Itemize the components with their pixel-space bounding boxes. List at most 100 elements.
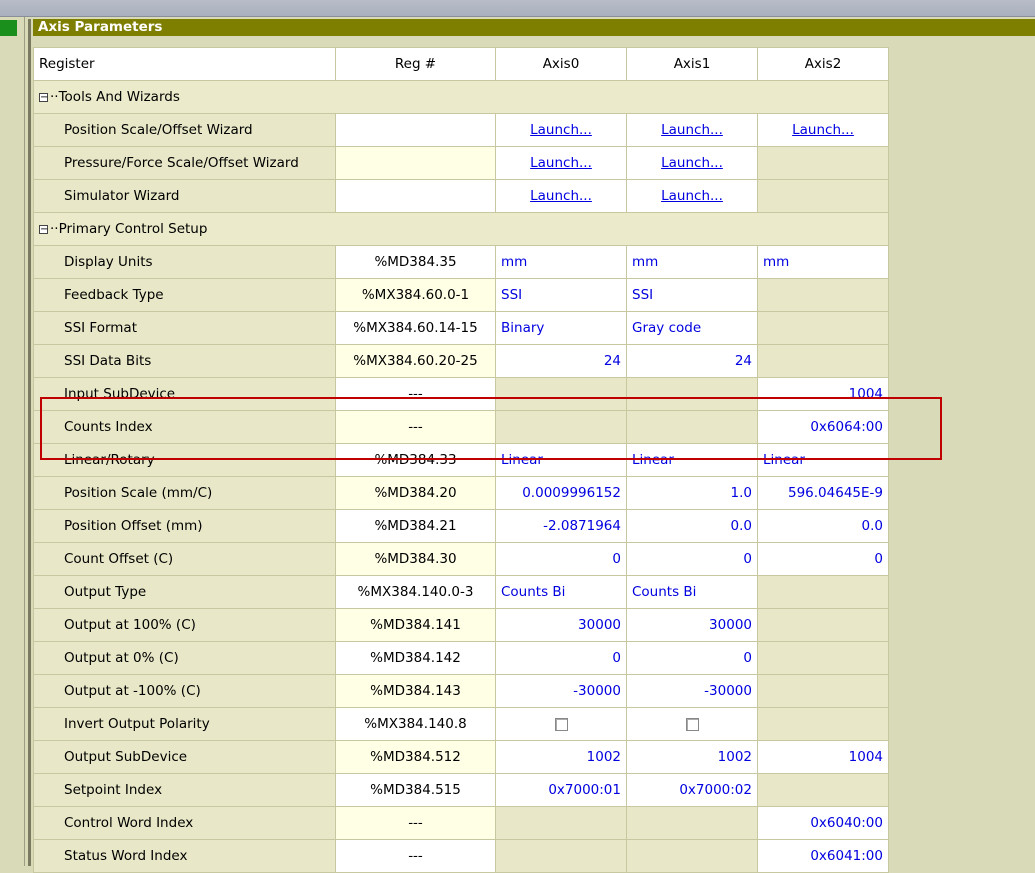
axis0-value bbox=[495, 806, 627, 840]
axis0-value[interactable]: 1002 bbox=[495, 740, 627, 774]
reg-number: --- bbox=[335, 806, 496, 840]
param-name: Pressure/Force Scale/Offset Wizard bbox=[64, 155, 299, 171]
axis2-value bbox=[757, 707, 889, 741]
grid-header-row: Register Reg # Axis0 Axis1 Axis2 bbox=[33, 47, 889, 81]
launch-link[interactable]: Launch... bbox=[530, 188, 592, 204]
axis0-value[interactable] bbox=[495, 707, 627, 741]
column-header-axis2[interactable]: Axis2 bbox=[757, 47, 889, 81]
axis0-value[interactable]: 30000 bbox=[495, 608, 627, 642]
launch-link[interactable]: Launch... bbox=[792, 122, 854, 138]
axis1-value[interactable]: -30000 bbox=[626, 674, 758, 708]
axis0-value[interactable]: 24 bbox=[495, 344, 627, 378]
reg-number: %MX384.140.8 bbox=[335, 707, 496, 741]
axis2-value[interactable]: 0.0 bbox=[757, 509, 889, 543]
axis2-value[interactable]: mm bbox=[757, 245, 889, 279]
axis2-value bbox=[757, 344, 889, 378]
left-panel-header-tab[interactable] bbox=[0, 20, 17, 36]
axis1-value[interactable]: 0 bbox=[626, 542, 758, 576]
axis0-value[interactable]: -2.0871964 bbox=[495, 509, 627, 543]
axis1-value[interactable]: Gray code bbox=[626, 311, 758, 345]
collapse-icon[interactable]: − bbox=[39, 224, 48, 234]
column-header-axis0[interactable]: Axis0 bbox=[495, 47, 627, 81]
axis2-value[interactable]: 0x6040:00 bbox=[757, 806, 889, 840]
axis1-value[interactable]: mm bbox=[626, 245, 758, 279]
param-name: Output at 0% (C) bbox=[64, 650, 179, 666]
param-name: Control Word Index bbox=[64, 815, 194, 831]
axis1-value[interactable]: 0.0 bbox=[626, 509, 758, 543]
axis2-value[interactable]: 0 bbox=[757, 542, 889, 576]
launch-link[interactable]: Launch... bbox=[661, 188, 723, 204]
axis1-value[interactable]: SSI bbox=[626, 278, 758, 312]
launch-link[interactable]: Launch... bbox=[530, 155, 592, 171]
param-name: Linear/Rotary bbox=[64, 452, 155, 468]
group-row-primary-control-setup[interactable]: − ··Primary Control Setup bbox=[33, 212, 889, 246]
axis0-value[interactable]: 0x7000:01 bbox=[495, 773, 627, 807]
launch-link[interactable]: Launch... bbox=[530, 122, 592, 138]
param-cell: Count Offset (C) bbox=[33, 542, 336, 576]
axis1-value[interactable]: Counts Bi bbox=[626, 575, 758, 609]
table-row: Counts Index --- 0x6064:00 bbox=[33, 410, 889, 444]
column-header-reg-number[interactable]: Reg # bbox=[335, 47, 496, 81]
panel-splitter[interactable] bbox=[28, 19, 31, 866]
table-row: Position Offset (mm) %MD384.21 -2.0871964 0… bbox=[33, 509, 889, 543]
axis1-value[interactable]: 24 bbox=[626, 344, 758, 378]
param-cell: Status Word Index bbox=[33, 839, 336, 873]
reg-number: %MD384.21 bbox=[335, 509, 496, 543]
axis0-value[interactable]: 0.0009996152 bbox=[495, 476, 627, 510]
param-cell: Invert Output Polarity bbox=[33, 707, 336, 741]
invert-polarity-checkbox[interactable] bbox=[685, 717, 699, 731]
reg-number: %MX384.60.0-1 bbox=[335, 278, 496, 312]
table-row: Output at 0% (C) %MD384.142 0 0 bbox=[33, 641, 889, 675]
axis1-value: Launch... bbox=[626, 146, 758, 180]
param-name: Setpoint Index bbox=[64, 782, 163, 798]
axis0-value[interactable]: Counts Bi bbox=[495, 575, 627, 609]
axis0-value[interactable]: -30000 bbox=[495, 674, 627, 708]
collapse-icon[interactable]: − bbox=[39, 92, 48, 102]
axis2-value[interactable]: 1004 bbox=[757, 377, 889, 411]
axis1-value[interactable]: 0x7000:02 bbox=[626, 773, 758, 807]
axis1-value[interactable]: 1.0 bbox=[626, 476, 758, 510]
invert-polarity-checkbox[interactable] bbox=[554, 717, 568, 731]
column-header-register[interactable]: Register bbox=[33, 47, 336, 81]
param-name: Output at -100% (C) bbox=[64, 683, 201, 699]
param-cell: Linear/Rotary bbox=[33, 443, 336, 477]
table-row: Pressure/Force Scale/Offset Wizard Launc… bbox=[33, 146, 889, 180]
param-name: Display Units bbox=[64, 254, 153, 270]
group-row-tools-and-wizards[interactable]: − ··Tools And Wizards bbox=[33, 80, 889, 114]
table-row: Input SubDevice --- 1004 bbox=[33, 377, 889, 411]
table-row: Linear/Rotary %MD384.33 Linear Linear Linear bbox=[33, 443, 889, 477]
table-row: Count Offset (C) %MD384.30 0 0 0 bbox=[33, 542, 889, 576]
axis1-value[interactable] bbox=[626, 707, 758, 741]
column-header-axis1[interactable]: Axis1 bbox=[626, 47, 758, 81]
group-header-primary[interactable]: − ··Primary Control Setup bbox=[33, 212, 889, 246]
launch-link[interactable]: Launch... bbox=[661, 122, 723, 138]
table-row: Status Word Index --- 0x6041:00 bbox=[33, 839, 889, 873]
axis2-value[interactable]: Linear bbox=[757, 443, 889, 477]
axis0-value[interactable]: mm bbox=[495, 245, 627, 279]
axis2-value[interactable]: 0x6064:00 bbox=[757, 410, 889, 444]
axis2-value[interactable]: 0x6041:00 bbox=[757, 839, 889, 873]
param-cell: Output Type bbox=[33, 575, 336, 609]
param-cell: Input SubDevice bbox=[33, 377, 336, 411]
axis2-value[interactable]: 596.04645E-9 bbox=[757, 476, 889, 510]
axis0-value[interactable]: SSI bbox=[495, 278, 627, 312]
axis2-value[interactable]: 1004 bbox=[757, 740, 889, 774]
axis0-value[interactable]: Binary bbox=[495, 311, 627, 345]
axis1-value[interactable]: 30000 bbox=[626, 608, 758, 642]
axis0-value[interactable]: 0 bbox=[495, 542, 627, 576]
axis2-value: Launch... bbox=[757, 113, 889, 147]
axis1-value bbox=[626, 839, 758, 873]
axis1-value bbox=[626, 806, 758, 840]
table-row: Position Scale (mm/C) %MD384.20 0.00099961… bbox=[33, 476, 889, 510]
reg-number: %MD384.20 bbox=[335, 476, 496, 510]
axis1-value[interactable]: 0 bbox=[626, 641, 758, 675]
reg-number: %MD384.515 bbox=[335, 773, 496, 807]
axis0-value[interactable]: 0 bbox=[495, 641, 627, 675]
axis1-value[interactable]: Linear bbox=[626, 443, 758, 477]
launch-link[interactable]: Launch... bbox=[661, 155, 723, 171]
reg-number bbox=[335, 146, 496, 180]
axis0-value[interactable]: Linear bbox=[495, 443, 627, 477]
axis1-value[interactable]: 1002 bbox=[626, 740, 758, 774]
group-header-tools[interactable]: − ··Tools And Wizards bbox=[33, 80, 889, 114]
axis2-value-empty bbox=[757, 146, 889, 180]
